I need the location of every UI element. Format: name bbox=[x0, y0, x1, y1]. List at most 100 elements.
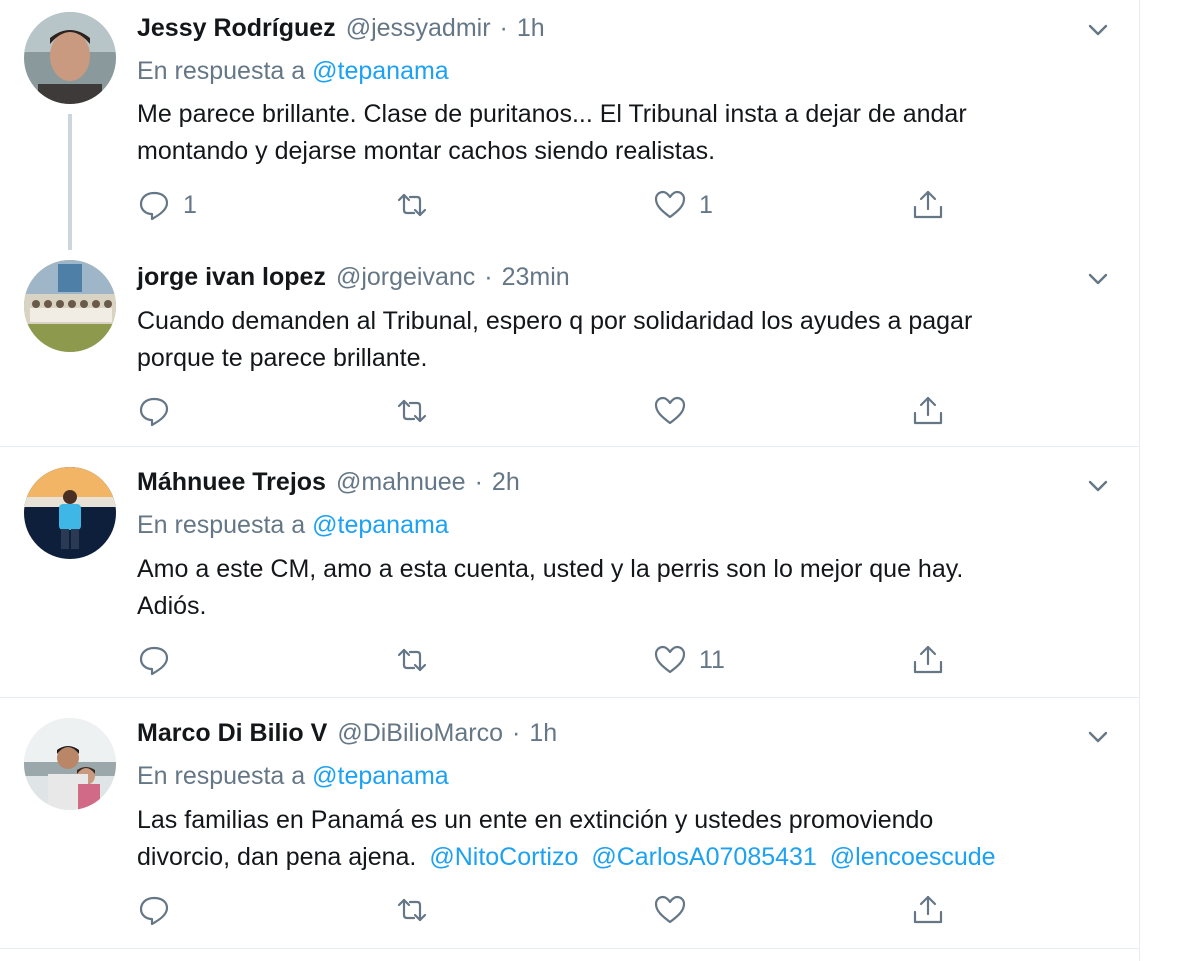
chevron-down-icon[interactable] bbox=[1084, 472, 1112, 500]
chevron-down-icon[interactable] bbox=[1084, 723, 1112, 751]
timestamp[interactable]: 1h bbox=[529, 719, 557, 748]
reply-to-mention[interactable]: @tepanama bbox=[312, 762, 449, 790]
heart-icon bbox=[654, 895, 686, 924]
timeline: Jessy Rodríguez @jessyadmir · 1h En resp… bbox=[0, 0, 1140, 961]
username[interactable]: @jorgeivanc bbox=[336, 263, 475, 292]
reply-icon bbox=[139, 896, 169, 926]
separator-dot: · bbox=[512, 719, 521, 747]
reply-context: En respuesta a @tepanama bbox=[137, 511, 449, 540]
tweet-text-line: divorcio, dan pena ajena. @NitoCortizo @… bbox=[137, 839, 1117, 876]
avatar[interactable] bbox=[24, 718, 116, 810]
tweet-text-fragment: divorcio, dan pena ajena. bbox=[137, 843, 417, 871]
tweet-divider bbox=[0, 948, 1139, 949]
mention-link[interactable]: @lencoescude bbox=[830, 843, 996, 871]
reply-icon bbox=[139, 646, 169, 676]
reply-icon bbox=[139, 191, 169, 221]
share-button[interactable] bbox=[911, 890, 945, 930]
reply-button[interactable]: 1 bbox=[137, 185, 197, 225]
separator-dot: · bbox=[474, 468, 483, 496]
timestamp[interactable]: 2h bbox=[492, 468, 520, 497]
avatar-image bbox=[24, 467, 116, 559]
share-icon bbox=[913, 190, 943, 219]
chevron-down-icon[interactable] bbox=[1084, 265, 1112, 293]
tweet[interactable]: Marco Di Bilio V @DiBilioMarco · 1h En r… bbox=[0, 698, 1139, 948]
tweet-header: Marco Di Bilio V @DiBilioMarco · 1h bbox=[137, 719, 557, 755]
username[interactable]: @DiBilioMarco bbox=[337, 719, 503, 748]
tweet-header: jorge ivan lopez @jorgeivanc · 23min bbox=[137, 263, 570, 299]
tweet-actions bbox=[137, 890, 977, 930]
tweet-text-line: porque te parece brillante. bbox=[137, 344, 428, 372]
username[interactable]: @mahnuee bbox=[336, 468, 466, 497]
display-name[interactable]: Jessy Rodríguez bbox=[137, 14, 336, 43]
like-button[interactable] bbox=[653, 890, 699, 930]
avatar[interactable] bbox=[24, 260, 116, 352]
tweet-text: Cuando demanden al Tribunal, espero q po… bbox=[137, 303, 1117, 377]
tweet[interactable]: Máhnuee Trejos @mahnuee · 2h En respuest… bbox=[0, 447, 1139, 697]
share-button[interactable] bbox=[911, 185, 945, 225]
reply-button[interactable] bbox=[137, 391, 183, 431]
retweet-icon bbox=[397, 399, 427, 423]
reply-prefix: En respuesta a bbox=[137, 57, 306, 85]
reply-context: En respuesta a @tepanama bbox=[137, 762, 449, 791]
avatar-image bbox=[24, 718, 116, 810]
mention-link[interactable]: @NitoCortizo bbox=[429, 843, 578, 871]
share-button[interactable] bbox=[911, 640, 945, 680]
tweet-header: Jessy Rodríguez @jessyadmir · 1h bbox=[137, 14, 545, 50]
chevron-down-icon[interactable] bbox=[1084, 16, 1112, 44]
reply-to-mention[interactable]: @tepanama bbox=[312, 57, 449, 85]
right-gutter bbox=[1141, 0, 1200, 961]
tweet-text-line: Adiós. bbox=[137, 592, 207, 620]
share-button[interactable] bbox=[911, 391, 945, 431]
share-icon bbox=[913, 396, 943, 425]
heart-icon bbox=[654, 190, 686, 219]
reply-to-mention[interactable]: @tepanama bbox=[312, 511, 449, 539]
reply-count: 1 bbox=[183, 190, 197, 219]
reply-prefix: En respuesta a bbox=[137, 511, 306, 539]
reply-button[interactable] bbox=[137, 640, 183, 680]
tweet-text-line: montando y dejarse montar cachos siendo … bbox=[137, 137, 716, 165]
tweet-text-line: Amo a este CM, amo a esta cuenta, usted … bbox=[137, 555, 964, 583]
retweet-button[interactable] bbox=[395, 185, 441, 225]
retweet-icon bbox=[397, 193, 427, 217]
separator-dot: · bbox=[499, 14, 508, 42]
tweet-text-line: Me parece brillante. Clase de puritanos.… bbox=[137, 100, 967, 128]
avatar[interactable] bbox=[24, 467, 116, 559]
tweet-header: Máhnuee Trejos @mahnuee · 2h bbox=[137, 468, 520, 504]
retweet-button[interactable] bbox=[395, 391, 441, 431]
reply-icon bbox=[139, 397, 169, 427]
mention-link[interactable]: @CarlosA07085431 bbox=[591, 843, 817, 871]
retweet-button[interactable] bbox=[395, 890, 441, 930]
display-name[interactable]: Marco Di Bilio V bbox=[137, 719, 327, 748]
tweet-text-line: Las familias en Panamá es un ente en ext… bbox=[137, 806, 934, 834]
tweet-text: Me parece brillante. Clase de puritanos.… bbox=[137, 96, 1117, 170]
username[interactable]: @jessyadmir bbox=[346, 14, 491, 43]
avatar-image bbox=[24, 260, 116, 352]
like-count: 11 bbox=[699, 645, 725, 674]
tweet-text: Las familias en Panamá es un ente en ext… bbox=[137, 802, 1117, 876]
reply-button[interactable] bbox=[137, 890, 183, 930]
display-name[interactable]: jorge ivan lopez bbox=[137, 263, 326, 292]
timestamp[interactable]: 1h bbox=[517, 14, 545, 43]
share-icon bbox=[913, 895, 943, 924]
like-button[interactable]: 11 bbox=[653, 640, 725, 680]
tweet-text: Amo a este CM, amo a esta cuenta, usted … bbox=[137, 551, 1117, 625]
heart-icon bbox=[654, 645, 686, 674]
tweet-text-line: Cuando demanden al Tribunal, espero q po… bbox=[137, 307, 973, 335]
tweet[interactable]: jorge ivan lopez @jorgeivanc · 23min Cua… bbox=[0, 250, 1139, 446]
timestamp[interactable]: 23min bbox=[502, 263, 570, 292]
heart-icon bbox=[654, 396, 686, 425]
display-name[interactable]: Máhnuee Trejos bbox=[137, 468, 326, 497]
tweet-actions: 1 1 bbox=[137, 185, 977, 225]
retweet-button[interactable] bbox=[395, 640, 441, 680]
like-button[interactable]: 1 bbox=[653, 185, 713, 225]
tweet-actions bbox=[137, 391, 977, 431]
reply-context: En respuesta a @tepanama bbox=[137, 57, 449, 86]
retweet-icon bbox=[397, 898, 427, 922]
avatar[interactable] bbox=[24, 12, 116, 104]
share-icon bbox=[913, 645, 943, 674]
thread-line bbox=[68, 114, 72, 250]
like-button[interactable] bbox=[653, 391, 699, 431]
tweet[interactable]: Jessy Rodríguez @jessyadmir · 1h En resp… bbox=[0, 0, 1139, 250]
avatar-image bbox=[24, 12, 116, 104]
like-count: 1 bbox=[699, 190, 713, 219]
